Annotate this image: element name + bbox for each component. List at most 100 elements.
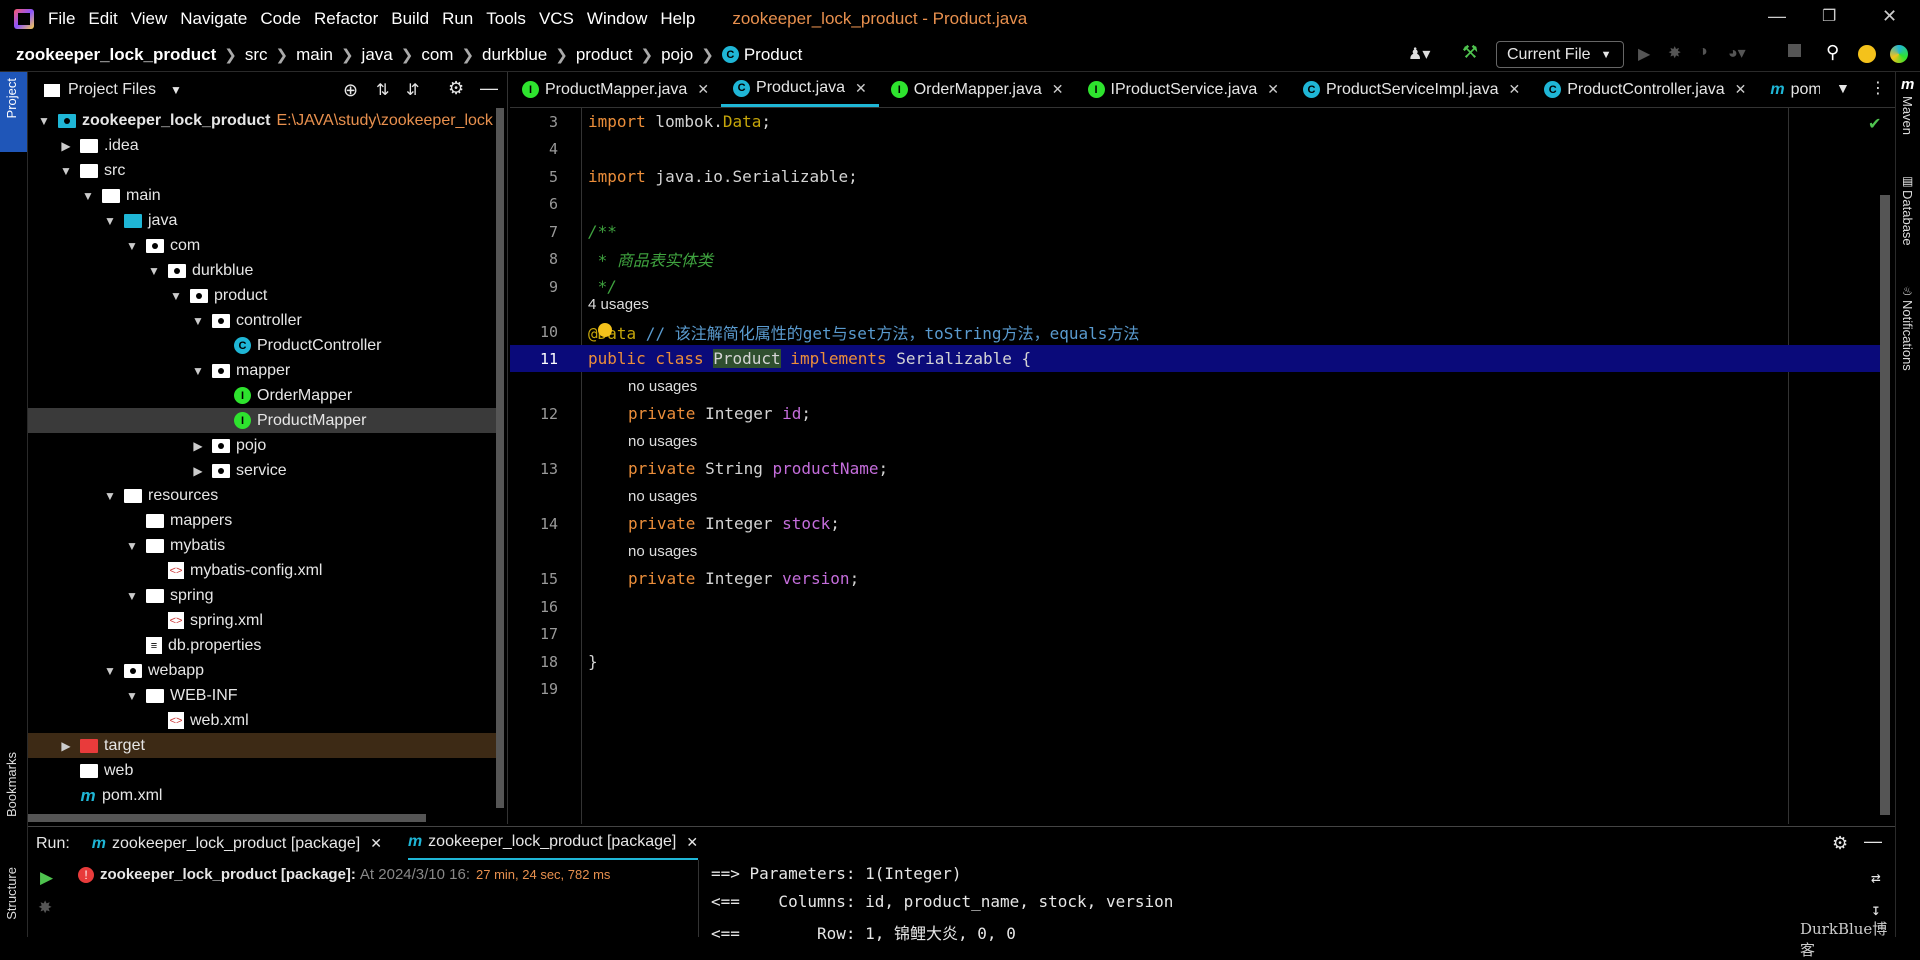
- updates-icon[interactable]: [1858, 45, 1876, 63]
- tree-item-durkblue[interactable]: ▼ durkblue: [28, 258, 498, 283]
- user-icon[interactable]: ♟▾: [1408, 44, 1430, 64]
- maven-icon[interactable]: m: [1901, 76, 1914, 93]
- tab-ordermapper[interactable]: I OrderMapper.java ✕: [879, 72, 1076, 107]
- crumb-pojo[interactable]: pojo: [661, 45, 693, 65]
- tree-item-resources[interactable]: ▼ resources: [28, 483, 498, 508]
- tree-item-productmapper[interactable]: I ProductMapper: [28, 408, 498, 433]
- close-tab-icon[interactable]: ✕: [1052, 81, 1064, 98]
- tree-item-ordermapper[interactable]: I OrderMapper: [28, 383, 498, 408]
- hide-panel-icon[interactable]: —: [480, 78, 498, 99]
- locate-icon[interactable]: ⊕: [343, 80, 358, 101]
- minimize-icon[interactable]: —: [1768, 6, 1786, 27]
- tab-pom[interactable]: mpom.: [1758, 72, 1820, 107]
- plugin-icon[interactable]: [1890, 45, 1908, 63]
- menu-navigate[interactable]: Navigate: [180, 9, 247, 29]
- run-tab-1[interactable]: m zookeeper_lock_product [package] ✕: [92, 835, 382, 853]
- code-editor[interactable]: ✔ 3 import lombok.Data; 4 5 import java.io…: [510, 108, 1881, 824]
- menu-refactor[interactable]: Refactor: [314, 9, 378, 29]
- crumb-project[interactable]: zookeeper_lock_product: [16, 45, 216, 65]
- tree-item-com[interactable]: ▼ com: [28, 233, 498, 258]
- tree-item-pom[interactable]: m pom.xml: [28, 783, 498, 808]
- expand-all-icon[interactable]: ⇅: [376, 80, 389, 100]
- menu-run[interactable]: Run: [442, 9, 473, 29]
- notifications-tool-label[interactable]: Notifications: [1900, 300, 1915, 371]
- tree-item-db-properties[interactable]: ≡ db.properties: [28, 633, 498, 658]
- tree-item-target[interactable]: ▶ target: [28, 733, 498, 758]
- console-output[interactable]: ==> Parameters: 1(Integer) <== Columns: …: [698, 860, 1888, 943]
- menu-build[interactable]: Build: [391, 9, 429, 29]
- tree-item-spring-xml[interactable]: <> spring.xml: [28, 608, 498, 633]
- restore-icon[interactable]: ❐: [1822, 6, 1836, 26]
- bookmarks-tool-label[interactable]: Bookmarks: [4, 752, 19, 817]
- tree-item-idea[interactable]: ▶ .idea: [28, 133, 498, 158]
- tree-item-web-inf[interactable]: ▼ WEB-INF: [28, 683, 498, 708]
- editor-scrollbar[interactable]: [1880, 195, 1890, 815]
- tab-productmapper[interactable]: I ProductMapper.java ✕: [510, 72, 721, 107]
- tree-item-main[interactable]: ▼ main: [28, 183, 498, 208]
- crumb-durkblue[interactable]: durkblue: [482, 45, 547, 65]
- gear-icon[interactable]: ⚙: [448, 78, 464, 99]
- coverage-icon[interactable]: ◑: [1698, 43, 1708, 61]
- tree-item-web-xml[interactable]: <> web.xml: [28, 708, 498, 733]
- menu-code[interactable]: Code: [260, 9, 301, 29]
- scroll-to-end-icon[interactable]: ↧: [1871, 900, 1881, 919]
- lightbulb-icon[interactable]: [598, 323, 612, 337]
- tab-product[interactable]: C Product.java ✕: [721, 72, 879, 107]
- run-icon[interactable]: ▶: [1638, 44, 1650, 64]
- tree-item-root[interactable]: ▼ zookeeper_lock_product E:\JAVA\study\zoo…: [28, 108, 498, 133]
- menu-view[interactable]: View: [131, 9, 168, 29]
- usages-hint[interactable]: 4 usages: [588, 296, 649, 313]
- tree-item-webapp[interactable]: ▼ webapp: [28, 658, 498, 683]
- horizontal-scrollbar[interactable]: [28, 814, 426, 822]
- usages-hint[interactable]: no usages: [628, 433, 697, 450]
- crumb-product[interactable]: product: [576, 45, 633, 65]
- vertical-scrollbar[interactable]: [496, 108, 504, 808]
- structure-tool-label[interactable]: Structure: [4, 867, 19, 920]
- tree-item-mapper[interactable]: ▼ mapper: [28, 358, 498, 383]
- project-tool-button[interactable]: Project: [0, 72, 27, 152]
- collapse-all-icon[interactable]: ⇵: [406, 80, 419, 100]
- build-hammer-icon[interactable]: ⚒: [1462, 42, 1478, 63]
- menu-window[interactable]: Window: [587, 9, 647, 29]
- run-task-row[interactable]: ! zookeeper_lock_product [package]: At 2…: [78, 866, 610, 883]
- run-config-select[interactable]: Current File ▼: [1496, 41, 1624, 68]
- debug-icon[interactable]: ✸: [38, 898, 52, 918]
- stop-icon[interactable]: [1788, 44, 1801, 57]
- crumb-com[interactable]: com: [421, 45, 453, 65]
- menu-file[interactable]: File: [48, 9, 75, 29]
- tree-item-product[interactable]: ▼ product: [28, 283, 498, 308]
- tab-list-icon[interactable]: ▼: [1836, 80, 1850, 96]
- rerun-icon[interactable]: ▶: [40, 868, 53, 888]
- tree-item-mappers[interactable]: mappers: [28, 508, 498, 533]
- close-tab-icon[interactable]: ✕: [1735, 81, 1747, 98]
- chevron-down-icon[interactable]: ▼: [170, 83, 182, 97]
- tree-item-spring[interactable]: ▼ spring: [28, 583, 498, 608]
- close-tab-icon[interactable]: ✕: [697, 81, 709, 98]
- maven-tool-label[interactable]: Maven: [1900, 96, 1915, 135]
- tree-item-src[interactable]: ▼ src: [28, 158, 498, 183]
- tree-item-productcontroller[interactable]: C ProductController: [28, 333, 498, 358]
- database-icon[interactable]: ▤: [1902, 174, 1913, 188]
- close-tab-icon[interactable]: ✕: [370, 835, 382, 852]
- bell-icon[interactable]: ♨: [1902, 284, 1913, 298]
- gear-icon[interactable]: ⚙: [1832, 833, 1848, 854]
- close-tab-icon[interactable]: ✕: [1267, 81, 1279, 98]
- close-tab-icon[interactable]: ✕: [855, 80, 867, 97]
- tree-item-java[interactable]: ▼ java: [28, 208, 498, 233]
- hide-panel-icon[interactable]: —: [1864, 831, 1882, 852]
- project-view-title[interactable]: Project Files: [68, 81, 156, 99]
- crumb-product-class[interactable]: Product: [744, 45, 803, 65]
- tree-item-mybatis-config[interactable]: <> mybatis-config.xml: [28, 558, 498, 583]
- close-tab-icon[interactable]: ✕: [1509, 81, 1521, 98]
- close-tab-icon[interactable]: ✕: [686, 834, 698, 851]
- crumb-main[interactable]: main: [296, 45, 333, 65]
- menu-vcs[interactable]: VCS: [539, 9, 574, 29]
- database-tool-label[interactable]: Database: [1900, 190, 1915, 246]
- search-icon[interactable]: ⚲: [1826, 42, 1839, 63]
- run-tab-2-active[interactable]: m zookeeper_lock_product [package] ✕: [407, 827, 699, 861]
- tree-item-pojo[interactable]: ▶ pojo: [28, 433, 498, 458]
- more-icon[interactable]: ⋮: [1870, 78, 1886, 98]
- tree-item-service[interactable]: ▶ service: [28, 458, 498, 483]
- crumb-java[interactable]: java: [362, 45, 393, 65]
- menu-edit[interactable]: Edit: [88, 9, 117, 29]
